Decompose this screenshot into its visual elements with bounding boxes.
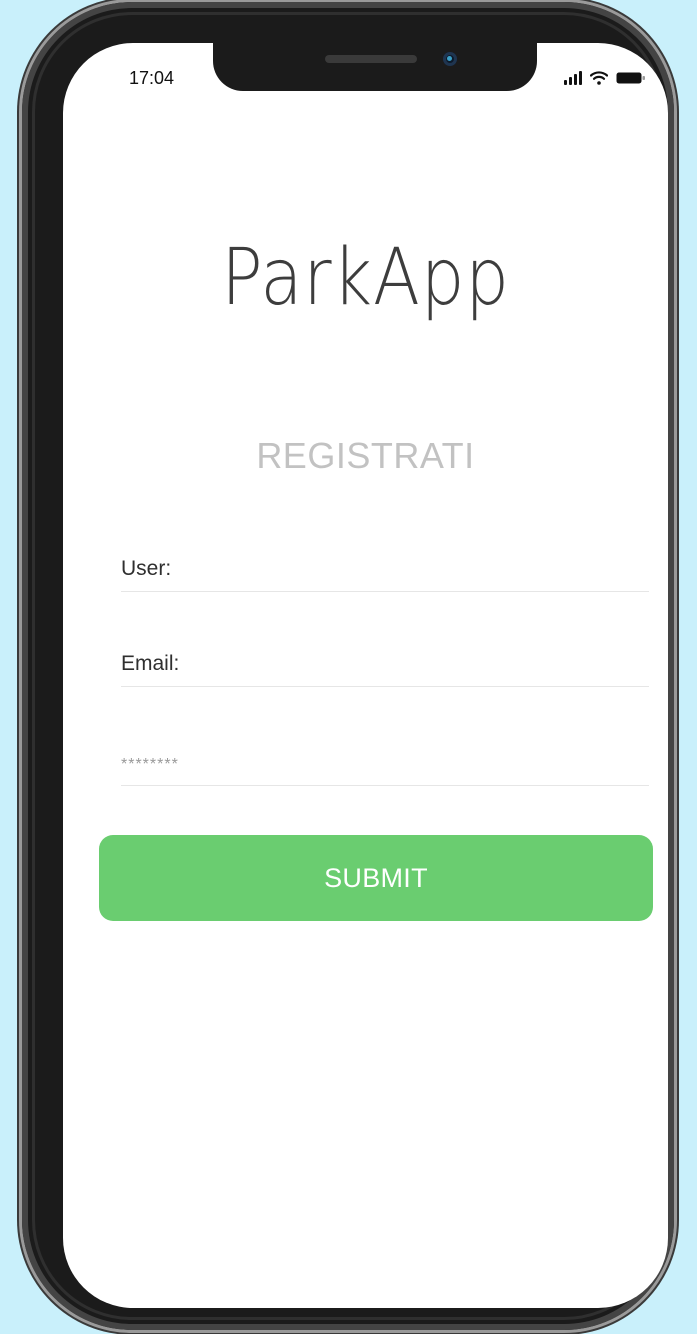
app-logo: ParkApp [221, 233, 510, 323]
battery-icon [616, 71, 646, 85]
background: 17:04 ParkApp REGISTRATI User: Email: SU… [0, 0, 697, 1334]
page-title: REGISTRATI [256, 435, 475, 476]
signal-icon [564, 71, 582, 85]
app-screen: 17:04 ParkApp REGISTRATI User: Email: SU… [63, 43, 668, 1308]
wifi-icon [590, 71, 608, 85]
status-icons [564, 65, 646, 85]
user-field[interactable] [121, 531, 649, 592]
email-field[interactable] [121, 626, 649, 687]
password-field[interactable] [121, 725, 649, 786]
user-input[interactable] [121, 557, 649, 581]
status-time: 17:04 [129, 68, 175, 88]
speaker [325, 55, 417, 63]
front-camera [443, 52, 457, 66]
phone-frame: 17:04 ParkApp REGISTRATI User: Email: SU… [22, 2, 674, 1330]
email-input[interactable] [121, 652, 649, 676]
password-input[interactable] [121, 751, 649, 775]
notch [213, 43, 537, 91]
submit-button[interactable]: SUBMIT [99, 835, 653, 921]
